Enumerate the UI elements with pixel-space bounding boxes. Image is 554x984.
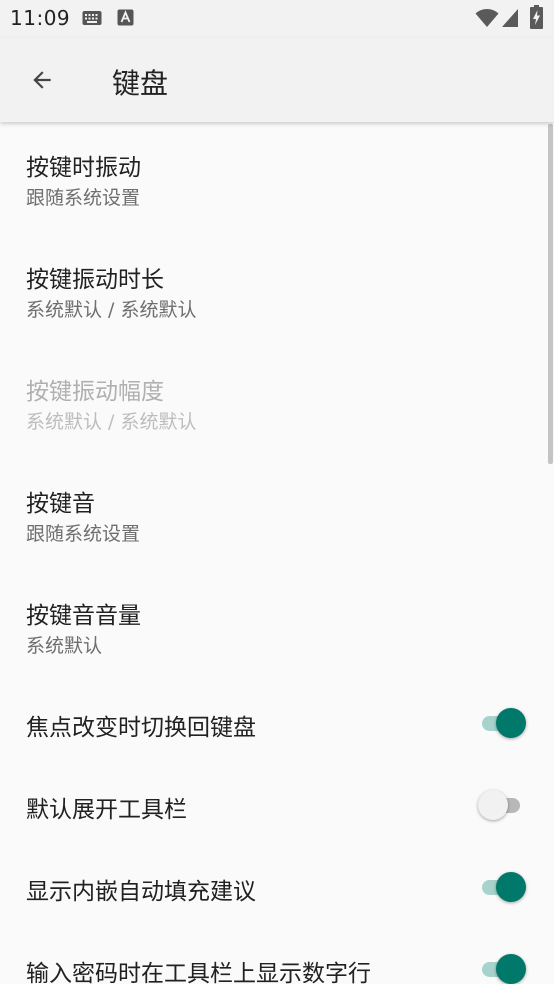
setting-summary: 跟随系统设置 — [26, 523, 141, 545]
setting-title: 输入密码时在工具栏上显示数字行 — [26, 961, 371, 984]
page-title: 键盘 — [112, 67, 169, 100]
arrow-left-icon — [33, 71, 51, 89]
settings-list: 按键时振动 跟随系统设置 按键振动时长 系统默认 / 系统默认 按键振动幅度 系… — [0, 122, 554, 984]
switch-thumb — [478, 790, 508, 820]
setting-title: 按键振动幅度 — [26, 379, 164, 405]
status-time: 11:09 — [10, 6, 71, 30]
setting-summary: 系统默认 / 系统默认 — [26, 411, 197, 433]
setting-summary: 系统默认 — [26, 635, 103, 657]
toggle-switch[interactable] — [478, 789, 524, 821]
setting-switch-back-on-focus[interactable]: 焦点改变时切换回键盘 — [0, 682, 554, 764]
scrollbar[interactable] — [548, 124, 553, 464]
switch-thumb — [496, 872, 526, 902]
keyboard-icon — [82, 11, 102, 25]
setting-title: 默认展开工具栏 — [26, 797, 187, 823]
toggle-switch[interactable] — [478, 953, 526, 984]
setting-title: 显示内嵌自动填充建议 — [26, 879, 256, 905]
setting-key-sound-volume[interactable]: 按键音音量 系统默认 — [0, 570, 554, 682]
switch-thumb — [496, 708, 526, 738]
wifi-icon — [475, 9, 499, 27]
setting-key-vibration[interactable]: 按键时振动 跟随系统设置 — [0, 122, 554, 234]
a-input-icon — [117, 9, 134, 26]
battery-charging-icon — [530, 5, 543, 29]
setting-summary: 跟随系统设置 — [26, 187, 141, 209]
status-bar: 11:09 — [0, 0, 554, 38]
setting-title: 按键音音量 — [26, 603, 141, 629]
setting-vibration-duration[interactable]: 按键振动时长 系统默认 / 系统默认 — [0, 234, 554, 346]
setting-title: 焦点改变时切换回键盘 — [26, 715, 256, 741]
setting-vibration-amplitude: 按键振动幅度 系统默认 / 系统默认 — [0, 346, 554, 458]
toggle-switch[interactable] — [478, 871, 526, 903]
setting-summary: 系统默认 / 系统默认 — [26, 299, 197, 321]
back-button[interactable] — [20, 58, 64, 102]
setting-expand-toolbar[interactable]: 默认展开工具栏 — [0, 764, 554, 846]
switch-thumb — [496, 954, 526, 984]
app-bar: 键盘 — [0, 38, 554, 122]
toggle-switch[interactable] — [478, 707, 526, 739]
setting-title: 按键音 — [26, 491, 95, 517]
screen: 11:09 键盘 按键时振动 跟随系统设置 按键振动时长 系统默认 / 系统默认… — [0, 0, 554, 984]
setting-inline-autofill[interactable]: 显示内嵌自动填充建议 — [0, 846, 554, 928]
setting-number-row-password[interactable]: 输入密码时在工具栏上显示数字行 — [0, 928, 554, 984]
setting-title: 按键振动时长 — [26, 267, 164, 293]
setting-title: 按键时振动 — [26, 155, 141, 181]
setting-key-sound[interactable]: 按键音 跟随系统设置 — [0, 458, 554, 570]
signal-icon — [502, 9, 518, 27]
